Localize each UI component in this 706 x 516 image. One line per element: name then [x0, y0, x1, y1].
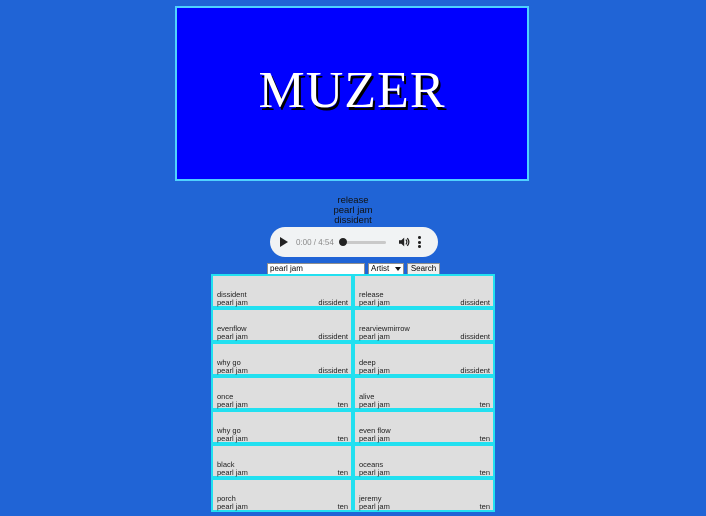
- search-filter-select[interactable]: Artist: [368, 262, 404, 275]
- result-artist: pearl jam: [217, 400, 248, 409]
- banner: MUZER: [175, 6, 529, 181]
- result-album: ten: [479, 468, 490, 477]
- result-album: dissident: [460, 298, 490, 307]
- playback-time: 0:00 / 4:54: [296, 237, 334, 247]
- result-card[interactable]: rearviewmirrow pearl jam dissident: [353, 308, 495, 342]
- result-artist: pearl jam: [359, 434, 390, 443]
- result-album: dissident: [318, 298, 348, 307]
- result-album: dissident: [460, 332, 490, 341]
- result-card[interactable]: dissident pearl jam dissident: [211, 274, 353, 308]
- result-album: dissident: [460, 366, 490, 375]
- result-album: ten: [337, 434, 348, 443]
- progress-thumb[interactable]: [338, 237, 347, 246]
- result-card[interactable]: once pearl jam ten: [211, 376, 353, 410]
- result-artist: pearl jam: [359, 332, 390, 341]
- progress-slider[interactable]: [338, 237, 386, 246]
- search-button[interactable]: Search: [407, 262, 440, 275]
- result-card[interactable]: even flow pearl jam ten: [353, 410, 495, 444]
- result-artist: pearl jam: [359, 298, 390, 307]
- result-card[interactable]: oceans pearl jam ten: [353, 444, 495, 478]
- result-artist: pearl jam: [217, 502, 248, 511]
- now-playing-info: release pearl jam dissident: [253, 196, 453, 226]
- audio-player: 0:00 / 4:54: [270, 227, 438, 257]
- result-card[interactable]: evenflow pearl jam dissident: [211, 308, 353, 342]
- result-album: ten: [479, 400, 490, 409]
- result-card[interactable]: why go pearl jam ten: [211, 410, 353, 444]
- search-filter-value: Artist: [371, 264, 390, 273]
- result-artist: pearl jam: [359, 400, 390, 409]
- more-options-icon[interactable]: [418, 236, 422, 248]
- now-playing-album: dissident: [334, 215, 372, 226]
- result-artist: pearl jam: [217, 332, 248, 341]
- chevron-down-icon: [395, 266, 401, 271]
- app-logo-title: MUZER: [258, 62, 446, 119]
- search-input[interactable]: [267, 262, 365, 275]
- result-album: dissident: [318, 366, 348, 375]
- result-album: ten: [479, 502, 490, 511]
- result-artist: pearl jam: [217, 366, 248, 375]
- result-card[interactable]: porch pearl jam ten: [211, 478, 353, 512]
- result-artist: pearl jam: [359, 502, 390, 511]
- results-grid: dissident pearl jam dissident release pe…: [211, 274, 495, 512]
- volume-icon[interactable]: [398, 236, 410, 248]
- play-icon[interactable]: [280, 237, 288, 247]
- page: MUZER release pearl jam dissident 0:00 /…: [0, 0, 706, 516]
- result-card[interactable]: deep pearl jam dissident: [353, 342, 495, 376]
- result-artist: pearl jam: [217, 298, 248, 307]
- result-artist: pearl jam: [359, 468, 390, 477]
- result-card[interactable]: jeremy pearl jam ten: [353, 478, 495, 512]
- result-card[interactable]: black pearl jam ten: [211, 444, 353, 478]
- result-album: dissident: [318, 332, 348, 341]
- result-album: ten: [337, 468, 348, 477]
- result-album: ten: [337, 502, 348, 511]
- result-artist: pearl jam: [359, 366, 390, 375]
- result-card[interactable]: release pearl jam dissident: [353, 274, 495, 308]
- result-artist: pearl jam: [217, 468, 248, 477]
- result-artist: pearl jam: [217, 434, 248, 443]
- result-album: ten: [337, 400, 348, 409]
- result-album: ten: [479, 434, 490, 443]
- result-card[interactable]: why go pearl jam dissident: [211, 342, 353, 376]
- result-card[interactable]: alive pearl jam ten: [353, 376, 495, 410]
